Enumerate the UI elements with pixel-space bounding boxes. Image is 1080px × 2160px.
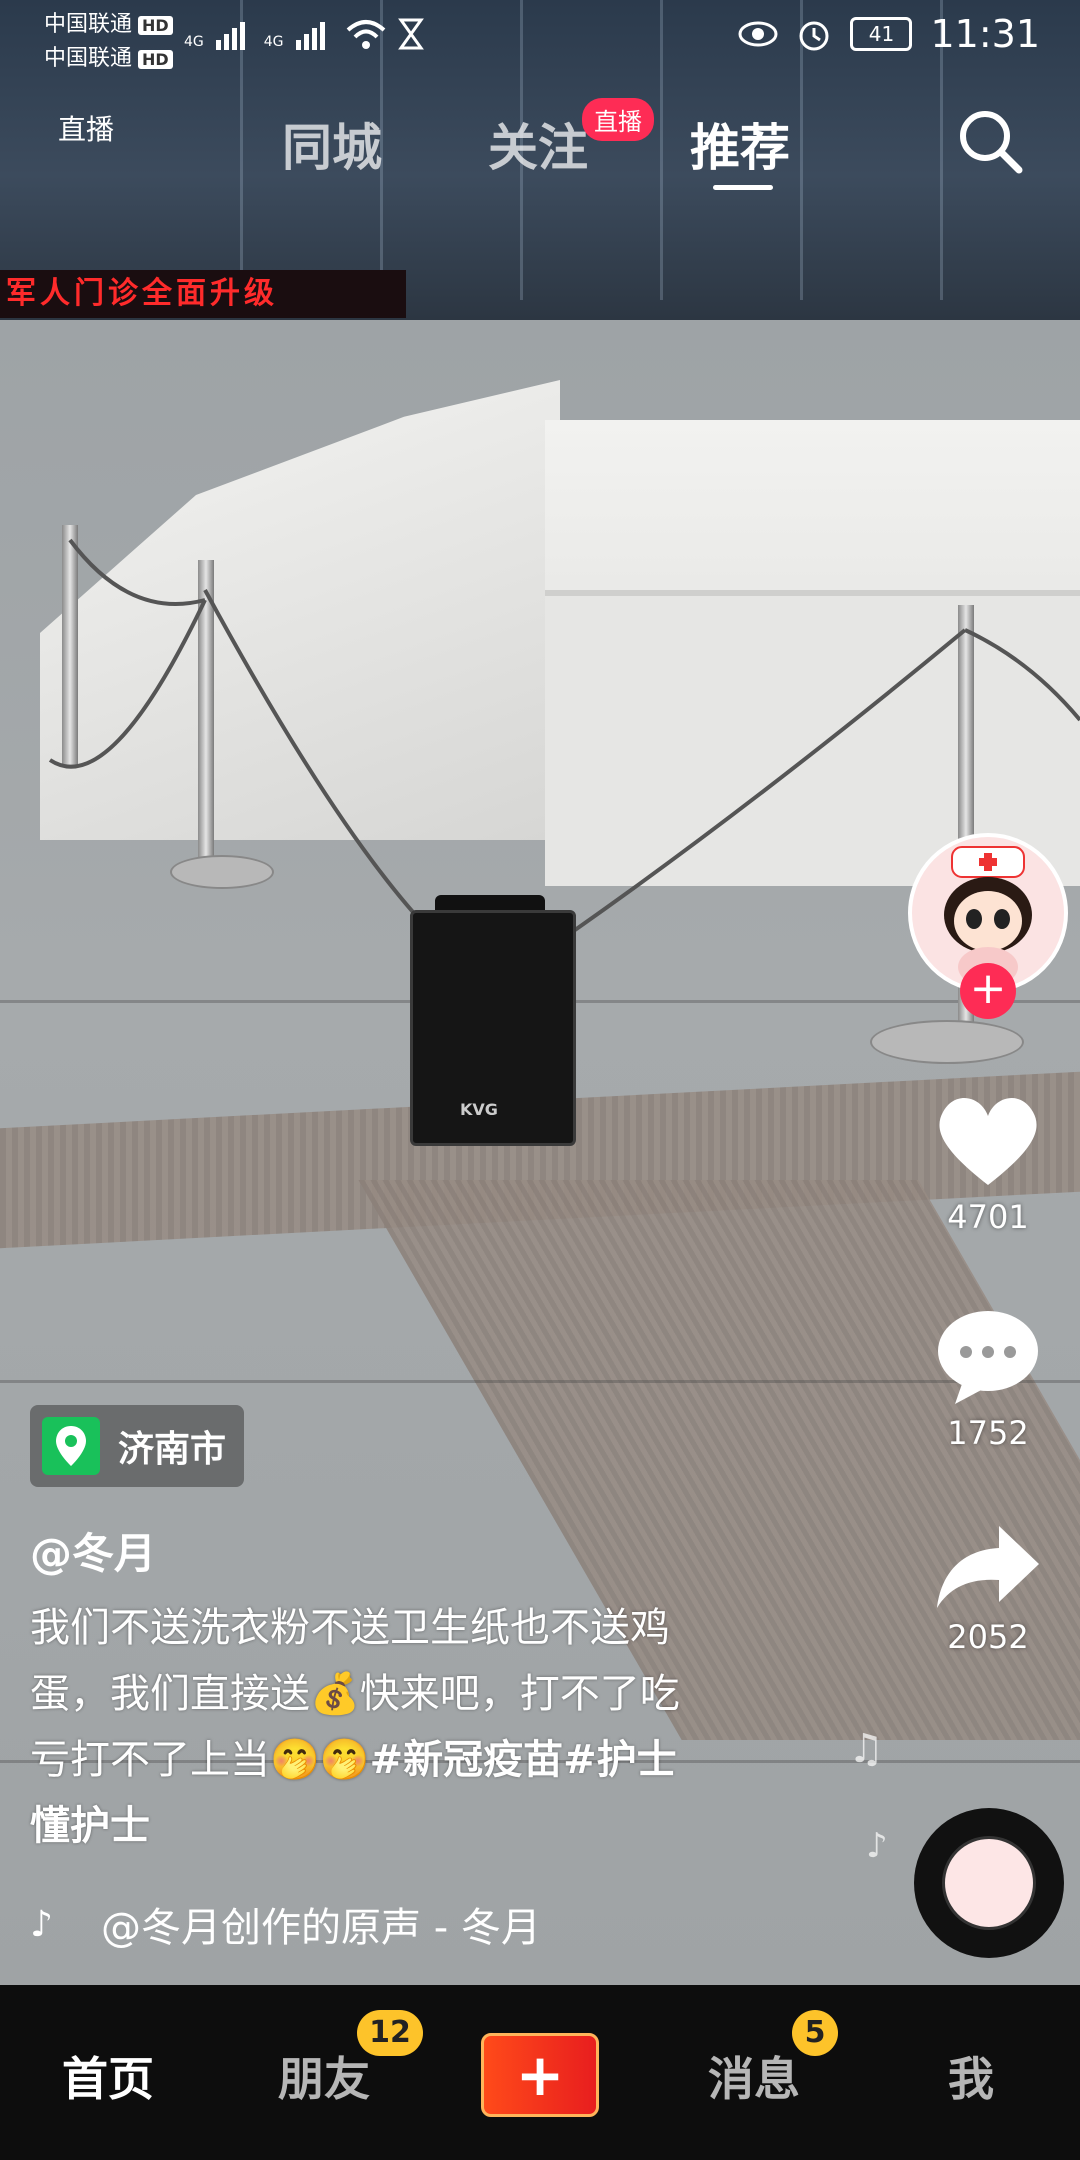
floating-note-icon: ♪ — [866, 1826, 888, 1866]
music-info[interactable]: ♪ @冬月创作的原声 - 冬月 — [30, 1895, 541, 1953]
carrier-2: 中国联通 HD — [44, 40, 173, 72]
nav-messages[interactable]: 消息 — [708, 2043, 800, 2109]
tab-city[interactable]: 同城 — [282, 108, 382, 180]
nav-me[interactable]: 我 — [948, 2043, 994, 2109]
money-bag-emoji: 💰 — [310, 1671, 360, 1717]
speaker-logo: KVG — [460, 1100, 498, 1119]
nav-home[interactable]: 首页 — [62, 2043, 154, 2109]
live-entry-button[interactable]: 直播 — [58, 108, 114, 148]
signal-icon — [295, 22, 325, 50]
friends-badge: 12 — [357, 2010, 423, 2056]
live-badge: 直播 — [582, 98, 654, 141]
status-bar: 中国联通 HD 中国联通 HD 4G 4G 41 11:31 — [0, 0, 1080, 72]
share-button[interactable]: 2052 — [920, 1520, 1056, 1656]
create-post-button[interactable]: + — [481, 2033, 599, 2117]
nav-friends[interactable]: 朋友 — [278, 2043, 370, 2109]
share-arrow-icon — [937, 1526, 1039, 1608]
heart-icon — [939, 1098, 1037, 1185]
signal-icons: 4G 4G — [184, 18, 424, 50]
author-avatar[interactable]: + — [908, 833, 1068, 1019]
location-label: 济南市 — [118, 1429, 227, 1470]
location-pin-icon — [42, 1417, 100, 1475]
like-button[interactable]: 4701 — [920, 1090, 1056, 1236]
hashtag-link[interactable]: 懂护士 — [30, 1803, 150, 1849]
tab-recommend[interactable]: 推荐 — [690, 108, 790, 180]
battery-icon: 41 — [850, 17, 913, 51]
alarm-icon — [799, 21, 829, 51]
hashtag-link[interactable]: #新冠疫苗#护士 — [370, 1737, 677, 1783]
wifi-icon — [346, 20, 385, 49]
hand-over-mouth-emoji: 🤭🤭 — [270, 1737, 370, 1783]
music-note-icon: ♪ — [30, 1903, 53, 1945]
like-count: 4701 — [947, 1198, 1029, 1236]
carrier-1: 中国联通 HD — [44, 6, 173, 38]
eye-icon — [738, 21, 778, 47]
comment-button[interactable]: 1752 — [920, 1306, 1056, 1452]
share-count: 2052 — [947, 1618, 1029, 1656]
author-name[interactable]: @冬月 — [30, 1520, 156, 1581]
disc-avatar-icon — [942, 1836, 1036, 1930]
clock: 11:31 — [930, 12, 1040, 56]
music-title: @冬月创作的原声 - 冬月 — [100, 1905, 541, 1951]
floating-note-icon: ♫ — [848, 1726, 884, 1772]
active-tab-indicator — [713, 185, 773, 190]
signal-icon — [215, 22, 245, 50]
comment-icon — [938, 1311, 1038, 1404]
post-description: 我们不送洗衣粉不送卫生纸也不送鸡 蛋，我们直接送💰快来吧，打不了吃 亏打不了上当… — [30, 1605, 680, 1849]
music-disc[interactable] — [914, 1808, 1064, 1958]
location-tag[interactable]: 济南市 — [30, 1405, 245, 1487]
comment-count: 1752 — [947, 1414, 1029, 1452]
hourglass-icon — [397, 18, 424, 50]
tab-follow[interactable]: 关注 — [488, 108, 588, 180]
messages-badge: 5 — [792, 2010, 838, 2056]
search-icon[interactable] — [955, 106, 1025, 180]
follow-plus-button[interactable]: + — [960, 963, 1016, 1019]
